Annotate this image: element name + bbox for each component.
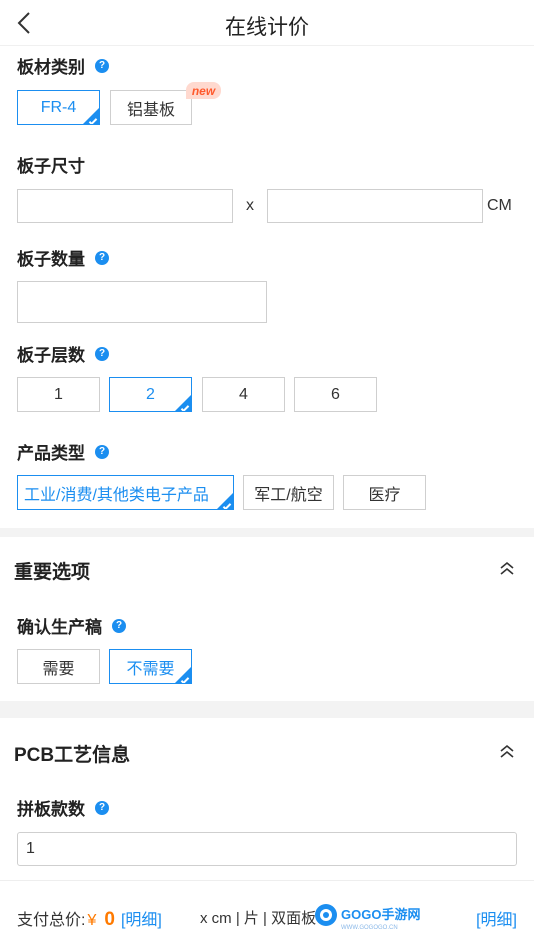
- option-label: 军工/航空: [254, 486, 323, 504]
- board-qty-label-text: 板子数量: [17, 250, 85, 269]
- option-label: FR-4: [40, 98, 77, 116]
- board-type-option-fr4[interactable]: FR-4: [17, 90, 100, 125]
- section-divider: [0, 528, 534, 537]
- size-separator: x: [246, 197, 254, 214]
- board-type-option-aluminum[interactable]: 铝基板: [110, 90, 192, 125]
- watermark-logo: GOGO手游网 WWW.GOGOGO.CN: [315, 904, 420, 931]
- help-icon[interactable]: ?: [95, 58, 109, 73]
- top-bar: 在线计价: [0, 0, 534, 46]
- panel-count-label-text: 拼板款数: [17, 800, 85, 819]
- confirm-option-need[interactable]: 需要: [17, 649, 100, 684]
- size-unit: CM: [487, 197, 512, 214]
- option-label: 6: [331, 385, 340, 403]
- new-badge: new: [186, 82, 221, 99]
- watermark-sub: WWW.GOGOGO.CN: [341, 925, 398, 931]
- option-label: 铝基板: [126, 101, 175, 119]
- board-type-label: 板材类别 ?: [17, 53, 109, 78]
- option-label: 医疗: [368, 486, 401, 504]
- board-qty-input[interactable]: [17, 281, 267, 323]
- pcb-section-title: PCB工艺信息: [14, 745, 131, 766]
- layers-option-6[interactable]: 6: [294, 377, 377, 412]
- layers-option-1[interactable]: 1: [17, 377, 100, 412]
- board-width-input[interactable]: [17, 189, 233, 223]
- currency-symbol: ¥: [87, 912, 97, 929]
- page-title: 在线计价: [225, 16, 309, 39]
- product-type-option-military[interactable]: 军工/航空: [243, 475, 334, 510]
- detail-link-right[interactable]: [明细]: [476, 906, 517, 930]
- option-label: 工业/消费/其他类电子产品: [24, 486, 209, 504]
- board-qty-label: 板子数量 ?: [17, 245, 109, 270]
- option-label: 2: [146, 385, 155, 403]
- important-section-title: 重要选项: [14, 562, 91, 583]
- total-price: 支付总价: ¥ 0 [明细]: [17, 906, 162, 931]
- panel-count-label: 拼板款数 ?: [17, 795, 109, 820]
- board-layers-label-text: 板子层数: [17, 346, 85, 365]
- product-type-option-medical[interactable]: 医疗: [343, 475, 426, 510]
- option-label: 4: [239, 385, 248, 403]
- help-icon[interactable]: ?: [95, 800, 109, 815]
- total-label: 支付总价:: [17, 912, 86, 929]
- price-footer: 支付总价: ¥ 0 [明细] x cm | 片 | 双面板 GOGO手游网 WW…: [0, 880, 534, 950]
- confirm-option-no-need[interactable]: 不需要: [109, 649, 192, 684]
- panel-count-input[interactable]: 1: [17, 832, 517, 866]
- help-icon[interactable]: ?: [95, 444, 109, 459]
- help-icon[interactable]: ?: [95, 250, 109, 265]
- option-label: 不需要: [126, 660, 175, 678]
- layers-option-2[interactable]: 2: [109, 377, 192, 412]
- help-icon[interactable]: ?: [112, 618, 126, 633]
- layers-option-4[interactable]: 4: [202, 377, 285, 412]
- confirm-production-label-text: 确认生产稿: [17, 618, 102, 637]
- board-length-input[interactable]: [267, 189, 483, 223]
- board-type-label-text: 板材类别: [17, 58, 85, 77]
- detail-link[interactable]: [明细]: [121, 906, 162, 930]
- option-label: 需要: [42, 660, 75, 678]
- spec-summary: x cm | 片 | 双面板: [200, 910, 317, 927]
- option-label: 1: [54, 385, 63, 403]
- product-type-label-text: 产品类型: [17, 444, 85, 463]
- watermark-text: GOGO手游网: [341, 907, 420, 922]
- board-layers-label: 板子层数 ?: [17, 341, 109, 366]
- confirm-production-label: 确认生产稿 ?: [17, 613, 126, 638]
- section-divider: [0, 701, 534, 718]
- collapse-icon[interactable]: [498, 743, 516, 761]
- collapse-icon[interactable]: [498, 560, 516, 578]
- product-type-label: 产品类型 ?: [17, 439, 109, 464]
- product-type-option-industrial[interactable]: 工业/消费/其他类电子产品: [17, 475, 234, 510]
- board-size-label-text: 板子尺寸: [17, 157, 85, 176]
- board-size-label: 板子尺寸: [17, 152, 85, 177]
- help-icon[interactable]: ?: [95, 346, 109, 361]
- total-amount: 0: [104, 909, 115, 930]
